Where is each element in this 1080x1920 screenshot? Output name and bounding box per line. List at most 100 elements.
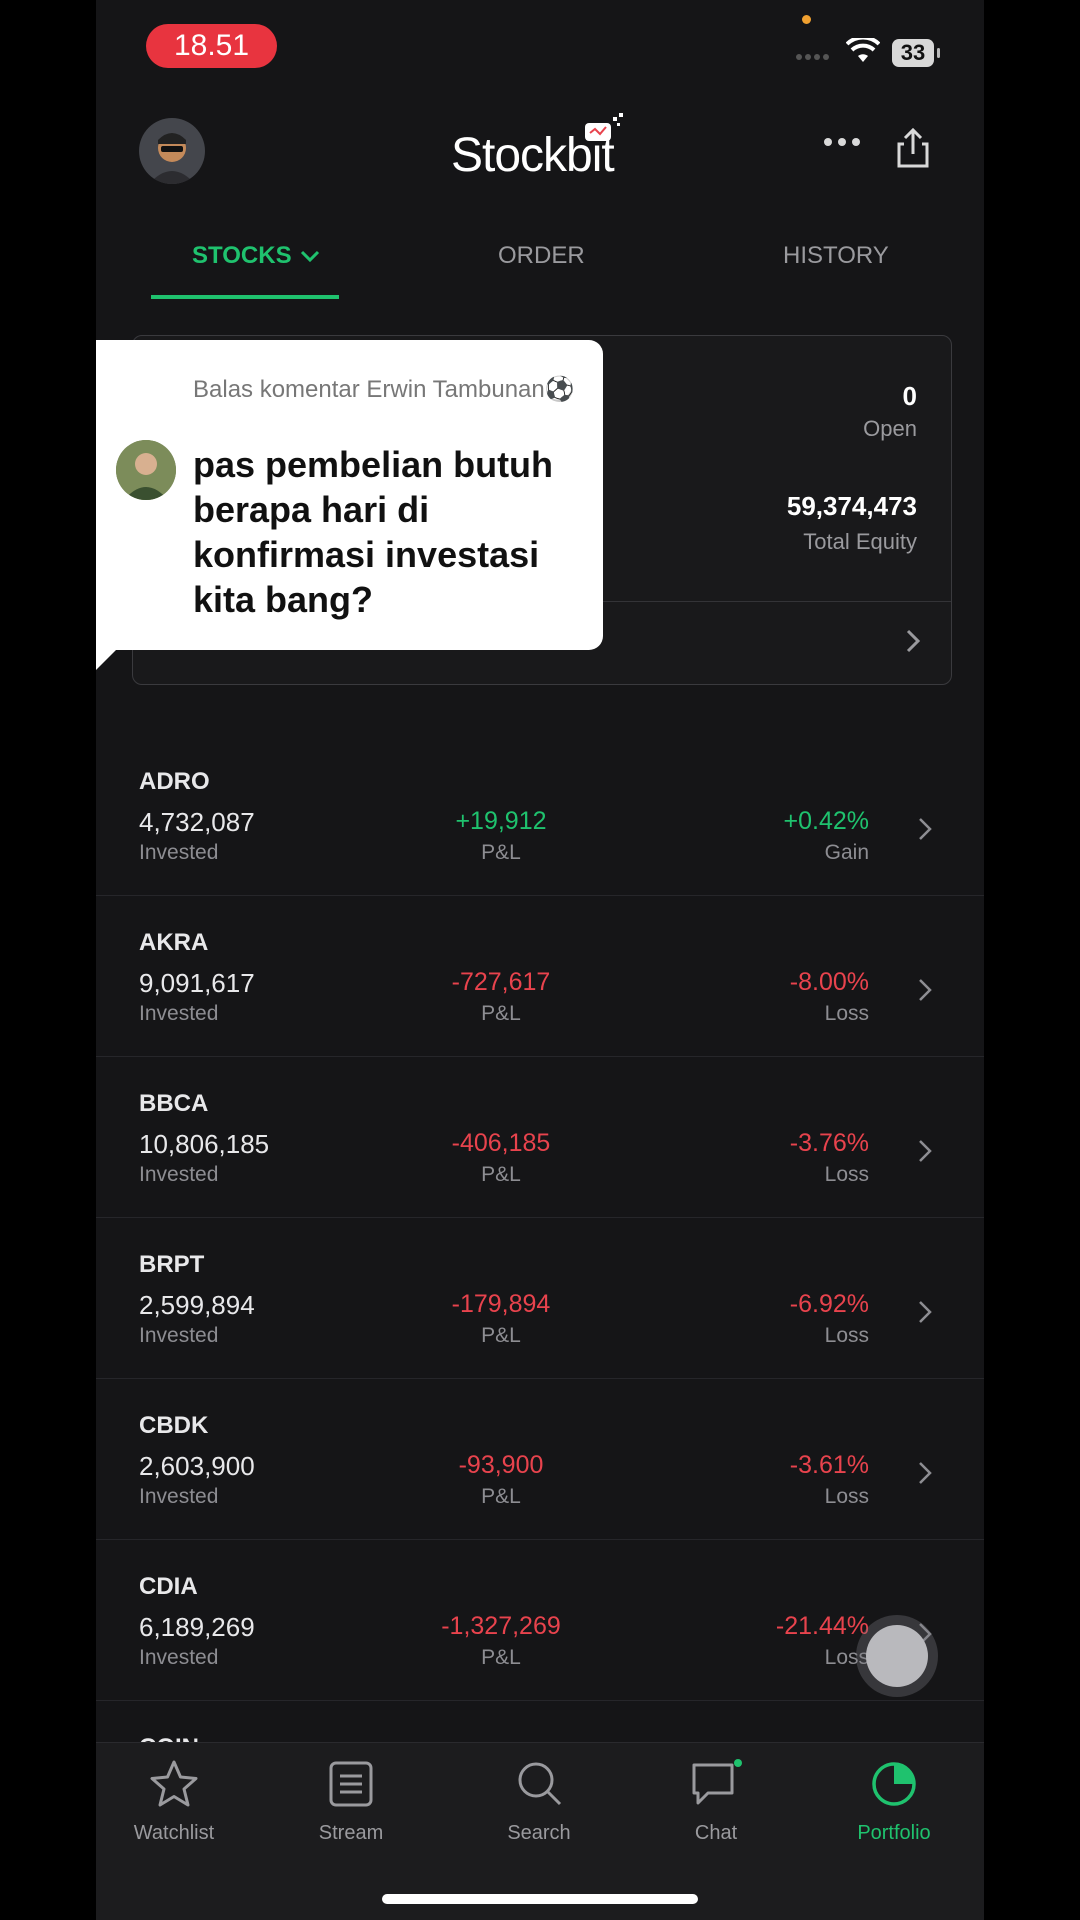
holding-percent-value: +0.42% [783, 807, 870, 835]
bottom-navigation: Watchlist Stream Search Chat Portfolio [96, 1742, 984, 1920]
wifi-icon [846, 38, 880, 62]
holding-invested-label: Invested [139, 841, 219, 864]
nav-watchlist-label: Watchlist [133, 1822, 215, 1844]
holding-status-label: Loss [824, 1485, 869, 1508]
nav-watchlist[interactable]: Watchlist [99, 1759, 249, 1845]
holding-pnl-value: -93,900 [458, 1451, 544, 1479]
holding-row-cdia[interactable]: CDIA 6,189,269 Invested -1,327,269 P&L -21.44… [96, 1540, 984, 1701]
status-time: 18.51 [146, 24, 277, 68]
comment-text: pas pembelian butuh berapa hari di konfi… [193, 444, 554, 620]
holding-status-label: Gain [824, 841, 869, 864]
holding-invested-label: Invested [139, 1163, 219, 1186]
holding-ticker: BBCA [139, 1090, 209, 1117]
holding-row-cbdk[interactable]: CBDK 2,603,900 Invested -93,900 P&L -3.61% Los… [96, 1379, 984, 1540]
nav-portfolio-label: Portfolio [857, 1822, 931, 1844]
logo-mark-icon [585, 113, 623, 141]
holding-pnl-value: -727,617 [451, 968, 551, 996]
profile-avatar[interactable] [139, 118, 205, 184]
holding-status-label: Loss [824, 1163, 869, 1186]
holding-pnl-label: P&L [481, 1646, 521, 1669]
holding-pnl-value: -179,894 [451, 1290, 551, 1318]
holding-status-label: Loss [824, 1646, 869, 1669]
tab-history[interactable]: HISTORY [783, 242, 889, 270]
home-indicator [382, 1894, 698, 1904]
avatar-icon [149, 133, 195, 184]
tab-stocks-label: STOCKS [192, 242, 292, 269]
holding-row-brpt[interactable]: BRPT 2,599,894 Invested -179,894 P&L -6.92% Lo… [96, 1218, 984, 1379]
app-screen: 18.51 33 Stockbit STOCKS ORDER HISTORY 0… [96, 0, 984, 1920]
holding-invested-label: Invested [139, 1324, 219, 1347]
holding-invested-value: 4,732,087 [139, 807, 255, 837]
holding-pnl-value: -406,185 [451, 1129, 551, 1157]
chevron-right-icon [919, 979, 932, 1001]
tab-stocks[interactable]: STOCKS [192, 242, 320, 270]
holding-ticker: CBDK [139, 1412, 209, 1439]
reply-header: Balas komentar Erwin Tambunan⚽ [193, 376, 575, 403]
holding-percent-value: -21.44% [775, 1612, 869, 1640]
holding-ticker: CDIA [139, 1573, 198, 1600]
holding-percent-value: -3.61% [789, 1451, 869, 1479]
holding-invested-label: Invested [139, 1485, 219, 1508]
chevron-right-icon [919, 1301, 932, 1323]
reply-comment-bubble: Balas komentar Erwin Tambunan⚽ pas pembe… [96, 340, 603, 650]
nav-search-label: Search [507, 1822, 571, 1844]
holding-pnl-label: P&L [481, 841, 521, 864]
floating-assistive-button[interactable] [866, 1625, 928, 1687]
chevron-right-icon [919, 818, 932, 840]
open-orders-label: Open [863, 416, 917, 441]
nav-search[interactable]: Search [464, 1759, 614, 1845]
holding-ticker: ADRO [139, 768, 210, 795]
chevron-down-icon [300, 250, 319, 263]
portfolio-icon [872, 1762, 916, 1806]
holdings-list: ADRO 4,732,087 Invested +19,912 P&L +0.42% Gai… [96, 735, 984, 1862]
search-icon [518, 1762, 562, 1806]
holding-invested-label: Invested [139, 1646, 219, 1669]
share-icon[interactable] [896, 128, 930, 168]
holding-invested-value: 6,189,269 [139, 1612, 255, 1642]
open-orders-count: 0 [902, 381, 917, 411]
chat-icon [692, 1759, 742, 1805]
holding-invested-value: 2,599,894 [139, 1290, 255, 1320]
active-tab-indicator [151, 295, 339, 299]
holding-pnl-value: +19,912 [455, 807, 547, 835]
nav-stream[interactable]: Stream [276, 1759, 426, 1845]
holding-ticker: AKRA [139, 929, 209, 956]
holding-invested-label: Invested [139, 1002, 219, 1025]
chevron-right-icon [919, 1140, 932, 1162]
holding-pnl-label: P&L [481, 1163, 521, 1186]
holding-invested-value: 10,806,185 [139, 1129, 270, 1159]
holding-pnl-label: P&L [481, 1002, 521, 1025]
chevron-right-icon [919, 1462, 932, 1484]
holding-status-label: Loss [824, 1324, 869, 1347]
holding-row-akra[interactable]: AKRA 9,091,617 Invested -727,617 P&L -8.00% Lo… [96, 896, 984, 1057]
nav-portfolio[interactable]: Portfolio [819, 1759, 969, 1845]
recording-indicator [802, 15, 811, 24]
more-options-icon[interactable] [824, 138, 860, 146]
total-equity-value: 59,374,473 [786, 491, 917, 521]
holding-status-label: Loss [824, 1002, 869, 1025]
holding-invested-value: 9,091,617 [139, 968, 255, 998]
holding-row-adro[interactable]: ADRO 4,732,087 Invested +19,912 P&L +0.42% Gai… [96, 735, 984, 896]
nav-chat-label: Chat [694, 1822, 738, 1844]
chevron-right-icon[interactable] [905, 628, 921, 654]
battery-icon: 33 [892, 39, 940, 67]
cellular-signal-icon [796, 54, 829, 60]
holding-percent-value: -6.92% [789, 1290, 869, 1318]
holding-pnl-label: P&L [481, 1485, 521, 1508]
nav-stream-label: Stream [318, 1822, 384, 1844]
holding-percent-value: -8.00% [789, 968, 869, 996]
tab-order[interactable]: ORDER [498, 242, 585, 270]
holding-row-bbca[interactable]: BBCA 10,806,185 Invested -406,185 P&L -3.76% L… [96, 1057, 984, 1218]
bubble-tail [96, 640, 126, 670]
holding-percent-value: -3.76% [789, 1129, 869, 1157]
holding-pnl-label: P&L [481, 1324, 521, 1347]
star-icon [150, 1760, 198, 1807]
nav-chat[interactable]: Chat [641, 1759, 791, 1845]
holding-invested-value: 2,603,900 [139, 1451, 255, 1481]
holding-ticker: BRPT [139, 1251, 205, 1278]
commenter-avatar-icon [116, 440, 176, 500]
holding-pnl-value: -1,327,269 [441, 1612, 561, 1640]
commenter-avatar [116, 440, 176, 500]
total-equity-label: Total Equity [803, 529, 917, 554]
stream-icon [329, 1761, 373, 1807]
